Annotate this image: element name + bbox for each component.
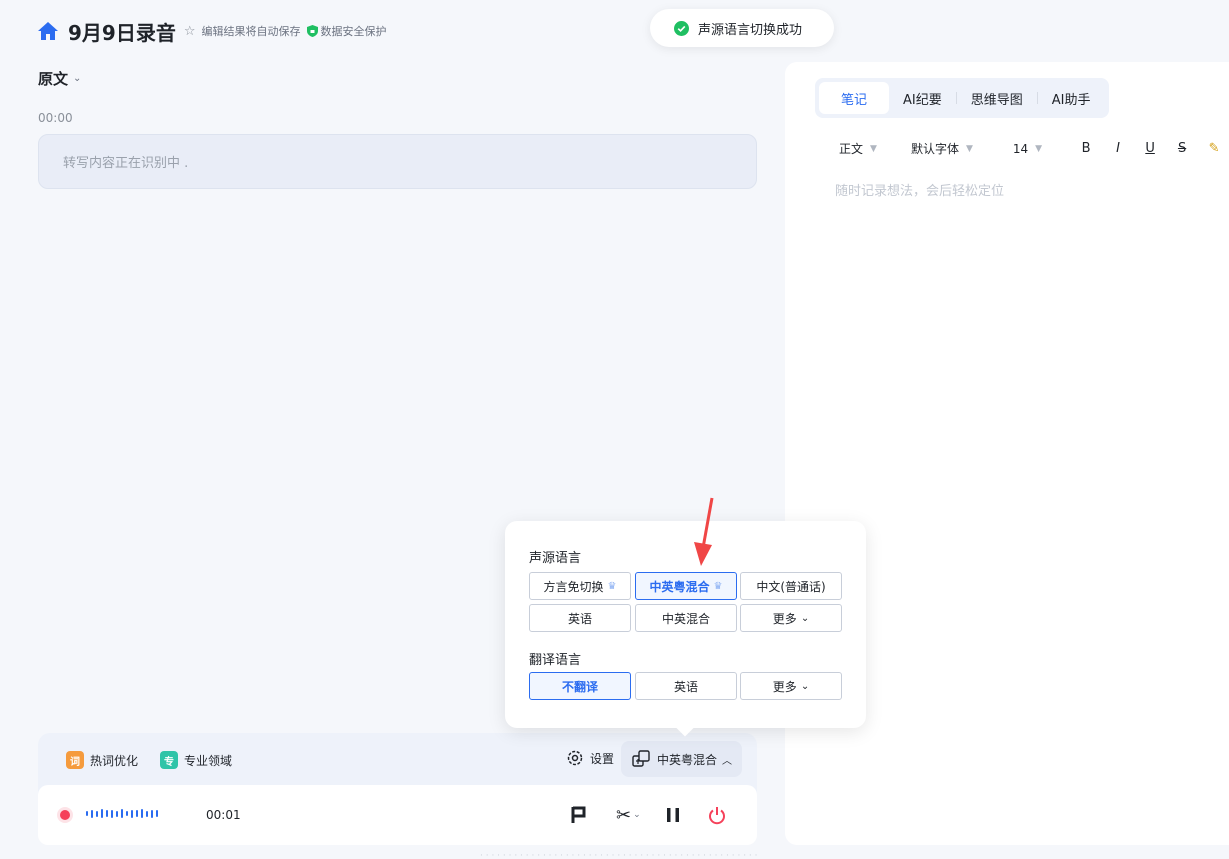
paragraph-style-select[interactable]: 正文 ▼ (839, 140, 877, 157)
crown-icon: ♛ (713, 580, 723, 592)
waveform-bar (96, 810, 98, 817)
caret-down-icon: ▼ (870, 143, 877, 154)
settings-label: 设置 (590, 751, 615, 766)
waveform-bar (121, 809, 123, 818)
source-option-dialect[interactable]: 方言免切换 ♛ (529, 572, 631, 600)
home-icon[interactable] (36, 19, 60, 43)
source-option-mandarin[interactable]: 中文(普通话) (740, 572, 842, 600)
section-title: 原文 (38, 70, 69, 88)
waveform-bar (131, 809, 133, 818)
pause-icon[interactable] (664, 803, 682, 827)
footer-faint-text: · · · · · · · · · · · · · · · · · · · · … (480, 851, 758, 859)
bold-button[interactable]: B (1074, 141, 1098, 156)
scissors-icon[interactable]: ✂ ⌄ (616, 803, 641, 827)
waveform-bar (126, 811, 128, 816)
translate-option-more[interactable]: 更多 ⌄ (740, 672, 842, 700)
font-family-select[interactable]: 默认字体 ▼ (911, 140, 973, 157)
chevron-down-icon: ⌄ (800, 680, 810, 692)
crown-icon: ♛ (607, 580, 617, 592)
recording-options-row: 词 热词优化 专 专业领域 设置 中英粤混合 ︿ (38, 733, 757, 785)
elapsed-time: 00:01 (206, 808, 241, 822)
font-family-value: 默认字体 (910, 142, 959, 156)
check-circle-icon (674, 20, 689, 36)
language-switch-icon (632, 750, 650, 767)
option-label: 方言免切换 (543, 579, 604, 594)
tab-mind-map[interactable]: 思维导图 (957, 82, 1037, 114)
tab-bar: 笔记 AI纪要 思维导图 AI助手 (815, 78, 1109, 118)
option-label: 更多 (772, 611, 797, 626)
translate-option-none[interactable]: 不翻译 (529, 672, 631, 700)
waveform-bar (101, 809, 103, 818)
waveform-bar (86, 811, 88, 816)
option-label: 中英粤混合 (649, 579, 710, 594)
shield-icon (306, 25, 318, 37)
annotation-arrow-icon (694, 497, 714, 566)
recording-controls-row: 00:01 ✂ ⌄ (38, 785, 757, 845)
caret-down-icon: ▼ (1035, 143, 1043, 154)
domain-button[interactable]: 专 专业领域 (160, 751, 232, 769)
secure-badge: 数据安全保护 (320, 25, 387, 38)
translate-language-title: 翻译语言 (529, 653, 582, 668)
waveform-bar (136, 810, 138, 817)
domain-label: 专业领域 (184, 753, 233, 768)
waveform-bar (106, 810, 108, 817)
chevron-down-icon: ⌄ (73, 73, 82, 84)
source-option-cn-en-yue[interactable]: 中英粤混合 ♛ (635, 572, 737, 600)
italic-button[interactable]: I (1106, 141, 1130, 156)
chevron-up-icon: ︿ (722, 755, 733, 767)
waveform-bar (116, 810, 118, 817)
page-title[interactable]: 9月9日录音 (68, 17, 176, 46)
recording-bar: 词 热词优化 专 专业领域 设置 中英粤混合 ︿ 00:01 ✂ ⌄ (38, 733, 757, 845)
source-option-cn-en[interactable]: 中英混合 (635, 604, 737, 632)
option-label: 更多 (772, 679, 797, 694)
recording-indicator (60, 810, 70, 820)
transcript-box: 转写内容正在识别中 . (38, 134, 757, 189)
language-popup: 声源语言 方言免切换 ♛ 中英粤混合 ♛ 中文(普通话) 英语 中英混合 更多 ⌄ 翻… (505, 521, 866, 728)
transcript-status: 转写内容正在识别中 . (63, 156, 189, 171)
power-icon[interactable] (707, 803, 727, 827)
star-icon[interactable]: ☆ (184, 24, 196, 39)
format-toolbar: 正文 ▼ 默认字体 ▼ 14 ▼ B I U S ✎ (839, 140, 1226, 157)
highlight-pen-icon[interactable]: ✎ (1202, 141, 1226, 156)
waveform-bar (156, 810, 158, 817)
language-label: 中英粤混合 (657, 752, 718, 767)
hotword-icon: 词 (66, 751, 84, 769)
audio-waveform (86, 809, 158, 818)
tab-ai-summary[interactable]: AI纪要 (889, 82, 956, 114)
font-size-value: 14 (1012, 141, 1029, 156)
underline-button[interactable]: U (1138, 141, 1162, 156)
tab-notes[interactable]: 笔记 (819, 82, 890, 114)
chevron-down-icon: ⌄ (800, 612, 810, 624)
settings-button[interactable]: 设置 (566, 749, 614, 767)
toast-message: 声源语言切换成功 (698, 22, 803, 38)
source-language-title: 声源语言 (529, 551, 582, 566)
domain-icon: 专 (160, 751, 178, 769)
header: 9月9日录音 ☆ 编辑结果将自动保存 数据安全保护 (36, 16, 387, 46)
paragraph-style-value: 正文 (839, 142, 864, 156)
tab-ai-assistant[interactable]: AI助手 (1038, 82, 1105, 114)
language-select-button[interactable]: 中英粤混合 ︿ (621, 741, 743, 777)
strikethrough-button[interactable]: S (1170, 141, 1194, 156)
waveform-bar (141, 809, 143, 818)
hotword-label: 热词优化 (90, 753, 139, 768)
waveform-bar (151, 809, 153, 818)
source-option-more[interactable]: 更多 ⌄ (740, 604, 842, 632)
translate-option-english[interactable]: 英语 (635, 672, 737, 700)
transcript-view-selector[interactable]: 原文 ⌄ (38, 68, 81, 89)
settings-gear-icon (567, 750, 583, 766)
toast: 声源语言切换成功 (650, 9, 834, 47)
editor-placeholder[interactable]: 随时记录想法，会后轻松定位 (835, 180, 1004, 199)
flag-icon[interactable] (569, 803, 589, 827)
font-size-select[interactable]: 14 ▼ (1013, 142, 1042, 156)
source-option-english[interactable]: 英语 (529, 604, 631, 632)
waveform-bar (91, 809, 93, 818)
autosave-hint: 编辑结果将自动保存 (201, 25, 301, 38)
timestamp: 00:00 (38, 111, 73, 125)
waveform-bar (111, 809, 113, 818)
hotword-optimize-button[interactable]: 词 热词优化 (66, 751, 138, 769)
waveform-bar (146, 810, 148, 817)
caret-down-icon: ▼ (965, 143, 973, 154)
